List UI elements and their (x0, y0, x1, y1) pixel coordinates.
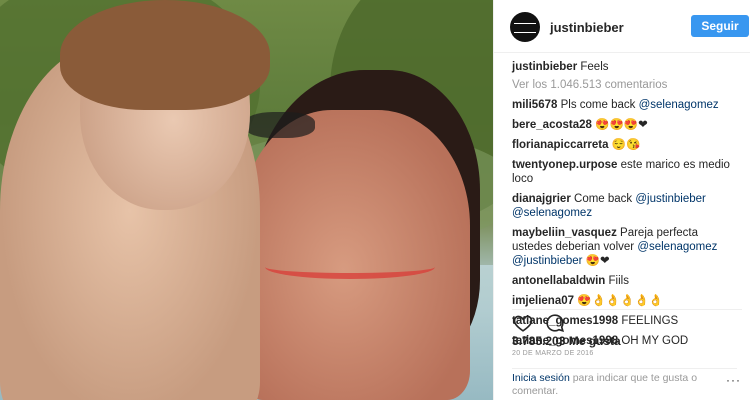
comment-item: imjeliena07 😍👌👌👌👌👌 (512, 294, 736, 308)
follow-button[interactable]: Seguir (691, 15, 749, 37)
caption-username[interactable]: justinbieber (512, 61, 577, 73)
comment-username[interactable]: dianajgrier (512, 193, 571, 205)
photo-person-hair (60, 0, 270, 110)
heart-icon[interactable] (512, 312, 534, 334)
comment-item: antonellabaldwin Fiils (512, 274, 736, 288)
caption-text: Feels (580, 61, 609, 73)
comment-username[interactable]: imjeliena07 (512, 295, 574, 307)
comment-emoji: 😍❤ (582, 255, 610, 267)
comment-username[interactable]: twentyonep.urpose (512, 159, 617, 171)
load-more-comments-link[interactable]: Ver los 1.046.513 comentarios (512, 78, 736, 92)
comment-text: OH MY GOD (621, 335, 689, 347)
like-count[interactable]: 3.785.203 Me gusta (512, 334, 621, 348)
comment-item: twentyonep.urpose este marico es medio l… (512, 158, 736, 186)
post-photo[interactable] (0, 0, 493, 400)
comment-username[interactable]: florianapiccarreta (512, 139, 609, 151)
comment-item: bere_acosta28 😍😍😍❤ (512, 118, 736, 132)
post-header: justinbieber Seguir (494, 0, 750, 53)
comment-username[interactable]: maybeliin_vasquez (512, 227, 617, 239)
comment-icon[interactable] (544, 312, 566, 334)
comment-username[interactable]: mili5678 (512, 99, 557, 111)
comment-text: 😌😘 (611, 139, 641, 151)
login-prompt: Inicia sesión para indicar que te gusta … (512, 368, 737, 398)
comment-text: Fiils (608, 275, 629, 287)
comment-text: 😍😍😍❤ (595, 119, 648, 131)
comment-item: dianajgrier Come back @justinbieber @sel… (512, 192, 736, 220)
comment-username[interactable]: bere_acosta28 (512, 119, 592, 131)
post-date: 20 DE MARZO DE 2016 (512, 350, 594, 357)
comment-text: 😍👌👌👌👌👌 (577, 295, 664, 307)
comment-username[interactable]: antonellabaldwin (512, 275, 605, 287)
post-caption: justinbieber Feels (512, 60, 736, 74)
more-options-icon[interactable]: ··· (726, 373, 741, 387)
photo-sunglasses (245, 112, 315, 138)
login-link[interactable]: Inicia sesión (512, 372, 570, 384)
header-username[interactable]: justinbieber (550, 20, 624, 35)
comment-item: florianapiccarreta 😌😘 (512, 138, 736, 152)
comment-item: maybeliin_vasquez Pareja perfecta ustede… (512, 226, 736, 268)
avatar[interactable] (510, 12, 540, 42)
comment-text: Pls come back (560, 99, 639, 111)
photo-swimsuit (265, 255, 435, 279)
avatar-logo-icon (514, 23, 536, 33)
comment-mention[interactable]: @selenagomez (639, 99, 719, 111)
post-side-panel: justinbieber Seguir justinbieber Feels V… (493, 0, 750, 400)
action-bar (512, 309, 742, 332)
comment-item: mili5678 Pls come back @selenagomez (512, 98, 736, 112)
instagram-post: justinbieber Seguir justinbieber Feels V… (0, 0, 750, 400)
comment-text: Come back (574, 193, 636, 205)
